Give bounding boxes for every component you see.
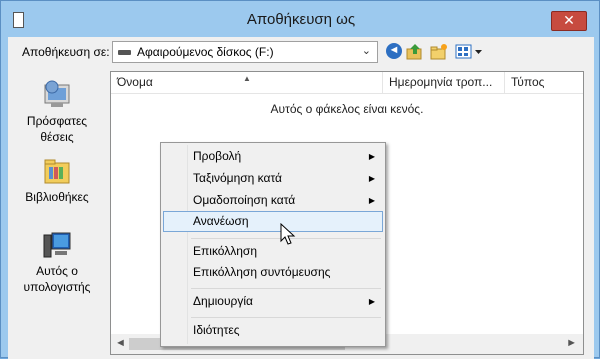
- menu-item-refresh[interactable]: Ανανέωση: [163, 211, 383, 232]
- place-recent[interactable]: Πρόσφατες θέσεις: [8, 79, 106, 145]
- menu-item-new-label: Δημιουργία: [193, 294, 253, 308]
- removable-drive-icon: [118, 50, 131, 55]
- menu-item-paste[interactable]: Επικόλληση: [163, 241, 383, 262]
- new-folder-icon: [430, 44, 447, 60]
- scroll-left-icon[interactable]: ◄: [115, 337, 126, 349]
- views-icon: [455, 44, 482, 59]
- places-bar: Πρόσφατες θέσεις Βιβλιοθήκες Αυτός ο υπο…: [8, 69, 106, 355]
- menu-item-view[interactable]: Προβολή ▶: [163, 146, 383, 167]
- place-recent-label-1: Πρόσφατες: [26, 114, 88, 128]
- column-name-label: Όνομα: [117, 75, 153, 89]
- column-header-type[interactable]: Τύπος: [505, 72, 583, 94]
- place-libraries[interactable]: Βιβλιοθήκες: [8, 155, 106, 205]
- column-header-name[interactable]: Όνομα ▲: [111, 72, 383, 94]
- place-this-pc-label-1: Αυτός ο: [36, 264, 78, 278]
- scroll-right-icon[interactable]: ►: [566, 337, 577, 349]
- menu-item-sort-by[interactable]: Ταξινόμηση κατά ▶: [163, 168, 383, 189]
- up-folder-button[interactable]: [406, 43, 424, 61]
- window-title: Αποθήκευση ως: [246, 11, 356, 28]
- column-header-date[interactable]: Ημερομηνία τροπ...: [383, 72, 505, 94]
- submenu-arrow-icon: ▶: [368, 152, 375, 161]
- menu-separator: [191, 317, 381, 318]
- close-button[interactable]: ✕: [551, 11, 587, 31]
- menu-item-new[interactable]: Δημιουργία ▶: [163, 291, 383, 312]
- submenu-arrow-icon: ▶: [368, 174, 375, 183]
- menu-item-paste-label: Επικόλληση: [193, 244, 258, 258]
- mouse-cursor-icon: [280, 223, 296, 245]
- menu-item-properties-label: Ιδιότητες: [193, 323, 240, 337]
- menu-item-properties[interactable]: Ιδιότητες: [163, 320, 383, 341]
- back-button[interactable]: ◄: [386, 43, 402, 59]
- menu-item-view-label: Προβολή: [193, 149, 242, 163]
- menu-item-group-by[interactable]: Ομαδοποίηση κατά ▶: [163, 190, 383, 211]
- empty-folder-message: Αυτός ο φάκελος είναι κενός.: [270, 102, 424, 116]
- libraries-icon: [44, 159, 70, 184]
- views-menu-button[interactable]: [455, 43, 485, 61]
- place-this-pc[interactable]: Αυτός ο υπολογιστής: [8, 229, 106, 295]
- sort-ascending-icon: ▲: [243, 74, 251, 83]
- save-in-label: Αποθήκευση σε:: [22, 45, 110, 59]
- location-value: Αφαιρούμενος δίσκος (F:): [137, 45, 274, 59]
- menu-item-paste-shortcut[interactable]: Επικόλληση συντόμευσης: [163, 262, 383, 283]
- recent-places-icon: [44, 80, 70, 107]
- menu-item-paste-shortcut-label: Επικόλληση συντόμευσης: [193, 265, 331, 279]
- column-header-row: Όνομα ▲ Ημερομηνία τροπ... Τύπος: [111, 72, 583, 94]
- place-libraries-label: Βιβλιοθήκες: [25, 190, 89, 204]
- menu-item-group-label: Ομαδοποίηση κατά: [193, 193, 296, 207]
- menu-separator: [191, 288, 381, 289]
- submenu-arrow-icon: ▶: [368, 297, 375, 306]
- new-folder-button[interactable]: [430, 43, 448, 61]
- context-menu: Προβολή ▶ Ταξινόμηση κατά ▶ Ομαδοποίηση …: [160, 142, 386, 347]
- title-bar[interactable]: Αποθήκευση ως ✕: [1, 1, 600, 39]
- save-as-dialog: Αποθήκευση ως ✕ Αποθήκευση σε: Αφαιρούμε…: [0, 0, 600, 359]
- place-this-pc-label-2: υπολογιστής: [23, 280, 91, 294]
- up-folder-icon: [406, 44, 422, 60]
- chevron-down-icon[interactable]: ⌄: [362, 44, 371, 57]
- menu-item-refresh-label: Ανανέωση: [193, 214, 249, 228]
- submenu-arrow-icon: ▶: [368, 196, 375, 205]
- computer-icon: [43, 232, 71, 258]
- menu-item-sort-label: Ταξινόμηση κατά: [193, 171, 282, 185]
- location-dropdown[interactable]: Αφαιρούμενος δίσκος (F:) ⌄: [112, 41, 378, 63]
- place-recent-label-2: θέσεις: [40, 130, 74, 144]
